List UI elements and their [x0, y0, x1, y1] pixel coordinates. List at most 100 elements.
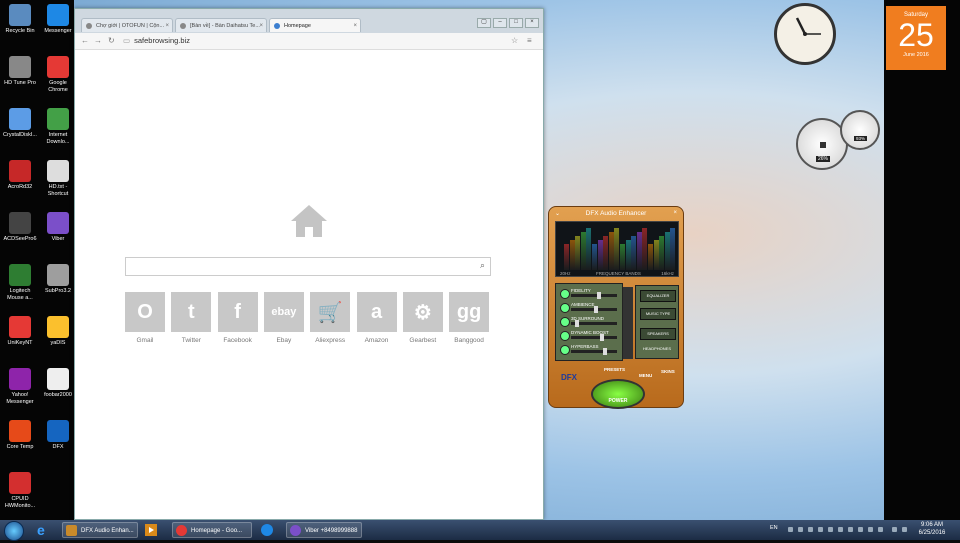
- desktop-icon[interactable]: Recycle Bin: [2, 4, 38, 35]
- power-toggle-icon[interactable]: [560, 317, 570, 327]
- tray-icon[interactable]: [788, 527, 793, 532]
- shortcut-tile-gearbest[interactable]: ⚙: [402, 292, 443, 332]
- presets-button[interactable]: PRESETS: [604, 367, 625, 372]
- twitter-icon: t: [187, 300, 195, 323]
- address-bar[interactable]: ▭ safebrowsing.biz: [123, 35, 523, 46]
- tray-icon[interactable]: [828, 527, 833, 532]
- desktop-icon[interactable]: UniKeyNT: [2, 316, 38, 347]
- tray-icon[interactable]: [808, 527, 813, 532]
- shortcut-tile-amazon[interactable]: a: [356, 292, 397, 332]
- shortcut-label[interactable]: Gearbest: [398, 337, 448, 344]
- dfx-slider[interactable]: [571, 334, 617, 341]
- equalizer-button[interactable]: EQUALIZER: [640, 290, 676, 302]
- close-icon[interactable]: ×: [353, 19, 357, 32]
- shortcut-label[interactable]: Twitter: [166, 337, 216, 344]
- menu-button[interactable]: MENU: [639, 373, 652, 378]
- slider-knob[interactable]: [594, 306, 599, 313]
- tray-icon[interactable]: [892, 527, 897, 532]
- tray-icon[interactable]: [838, 527, 843, 532]
- menu-icon[interactable]: ≡: [527, 36, 532, 45]
- desktop-icon[interactable]: Messenger: [40, 4, 76, 35]
- desktop-icon[interactable]: Internet Downlo...: [40, 108, 76, 146]
- close-icon[interactable]: ×: [165, 19, 169, 32]
- slider-knob[interactable]: [575, 320, 580, 327]
- network-icon[interactable]: [878, 527, 883, 532]
- messenger-icon[interactable]: [258, 522, 278, 538]
- dfx-slider[interactable]: [571, 348, 617, 355]
- desktop-icon[interactable]: yaDIS: [40, 316, 76, 347]
- desktop-icon[interactable]: HD.txt - Shortcut: [40, 160, 76, 198]
- taskbar-item-chrome[interactable]: Homepage - Goo...: [172, 522, 252, 538]
- slider-knob[interactable]: [599, 334, 604, 341]
- collapse-icon[interactable]: ⌄: [555, 210, 560, 217]
- user-icon[interactable]: ▢: [477, 18, 491, 28]
- shortcut-label[interactable]: Amazon: [352, 337, 402, 344]
- clock-readout[interactable]: 9:06 AM 6/25/2016: [912, 521, 952, 537]
- music-type-button[interactable]: MUSIC TYPE: [640, 308, 676, 320]
- desktop-icon[interactable]: ACDSeePro6: [2, 212, 38, 243]
- bookmark-star-icon[interactable]: ☆: [511, 36, 518, 45]
- tab-homepage[interactable]: Homepage ×: [269, 18, 361, 32]
- tray-icon[interactable]: [858, 527, 863, 532]
- close-window-icon[interactable]: ×: [525, 18, 539, 28]
- power-toggle-icon[interactable]: [560, 331, 570, 341]
- speakers-button[interactable]: SPEAKERS: [640, 328, 676, 340]
- power-toggle-icon[interactable]: [560, 345, 570, 355]
- desktop-icon[interactable]: CPUID HWMonito...: [2, 472, 38, 510]
- shortcut-label[interactable]: Facebook: [213, 337, 263, 344]
- desktop-icon[interactable]: HD Tune Pro: [2, 56, 38, 87]
- tray-icon[interactable]: [848, 527, 853, 532]
- forward-icon[interactable]: →: [94, 36, 102, 45]
- start-button[interactable]: [4, 521, 24, 541]
- minimize-icon[interactable]: –: [493, 18, 507, 28]
- shortcut-label[interactable]: Ebay: [259, 337, 309, 344]
- tray-icon[interactable]: [818, 527, 823, 532]
- dfx-slider[interactable]: [571, 292, 617, 299]
- media-player-icon[interactable]: [142, 522, 162, 538]
- taskbar-item-dfx[interactable]: DFX Audio Enhan...: [62, 522, 138, 538]
- desktop-icon[interactable]: Core Temp: [2, 420, 38, 451]
- shortcut-tile-twitter[interactable]: t: [171, 292, 212, 332]
- slider-knob[interactable]: [597, 292, 602, 299]
- taskbar-item-viber[interactable]: Viber +8498999888: [286, 522, 362, 538]
- desktop-icon[interactable]: Google Chrome: [40, 56, 76, 94]
- shortcut-tile-aliexpress[interactable]: 🛒: [310, 292, 351, 332]
- slider-knob[interactable]: [602, 348, 607, 355]
- skins-button[interactable]: SKINS: [661, 369, 675, 374]
- desktop-icon[interactable]: Logitech Mouse a...: [2, 264, 38, 302]
- close-icon[interactable]: ×: [259, 19, 263, 32]
- desktop-icon[interactable]: Yahoo! Messenger: [2, 368, 38, 406]
- search-input[interactable]: [126, 261, 472, 278]
- tab-daihatsu[interactable]: [Bàn về] - Bàn Daihatsu Te... ×: [175, 18, 267, 32]
- desktop-icon[interactable]: foobar2000: [40, 368, 76, 399]
- desktop-icon[interactable]: DFX: [40, 420, 76, 451]
- desktop-icon[interactable]: AcroRd32: [2, 160, 38, 191]
- search-icon[interactable]: ⌕: [480, 260, 485, 271]
- shortcut-label[interactable]: Banggood: [444, 337, 494, 344]
- power-toggle-icon[interactable]: [560, 303, 570, 313]
- desktop-icon[interactable]: CrystalDiskI...: [2, 108, 38, 139]
- volume-icon[interactable]: [868, 527, 873, 532]
- back-icon[interactable]: ←: [81, 36, 89, 45]
- maximize-icon[interactable]: □: [509, 18, 523, 28]
- power-button[interactable]: POWER: [591, 379, 645, 409]
- shortcut-tile-ebay[interactable]: ebay: [263, 292, 304, 332]
- internet-explorer-icon[interactable]: e: [34, 522, 54, 538]
- shortcut-label[interactable]: Aliexpress: [305, 337, 355, 344]
- dfx-slider[interactable]: [571, 320, 617, 327]
- shortcut-tile-banggood[interactable]: gg: [449, 292, 490, 332]
- dfx-slider[interactable]: [571, 306, 617, 313]
- power-toggle-icon[interactable]: [560, 289, 570, 299]
- shortcut-label[interactable]: Gmail: [120, 337, 170, 344]
- desktop-icon[interactable]: Viber: [40, 212, 76, 243]
- shortcut-tile-gmail[interactable]: O: [125, 292, 165, 332]
- tab-otofun[interactable]: Chợ giới | OTOFUN | Cộn... ×: [81, 18, 173, 32]
- desktop-icon[interactable]: SubPro3.2: [40, 264, 76, 295]
- reload-icon[interactable]: ↻: [108, 36, 115, 45]
- tray-icon[interactable]: [798, 527, 803, 532]
- spectrum-bar: [597, 240, 603, 270]
- tray-icon[interactable]: [902, 527, 907, 532]
- close-icon[interactable]: ×: [673, 210, 677, 216]
- headphones-button[interactable]: HEADPHONES: [640, 344, 674, 354]
- shortcut-tile-facebook[interactable]: f: [217, 292, 258, 332]
